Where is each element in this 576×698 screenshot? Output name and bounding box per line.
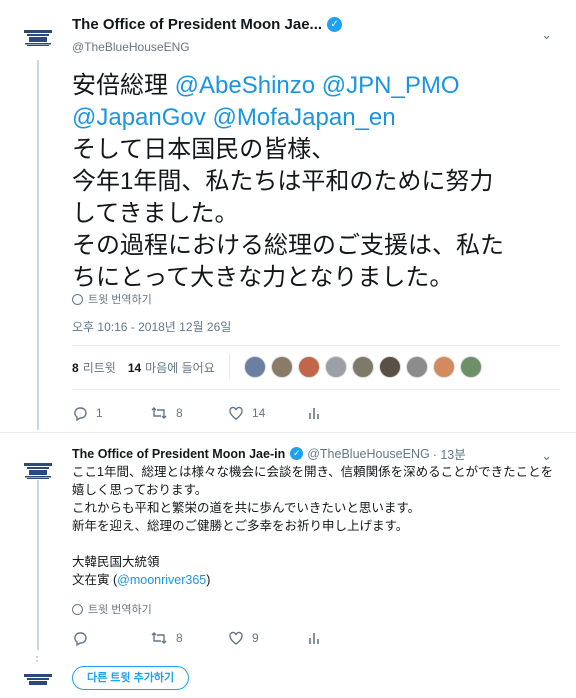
tweet-line: ちにとって大きな力となりました。 [72, 264, 454, 291]
verified-icon: ✓ [290, 447, 304, 460]
liker-avatars [243, 356, 487, 378]
tweet-time[interactable]: · 13분 [433, 444, 466, 463]
liker-avatar[interactable] [351, 356, 374, 378]
tweet1-text: 安倍総理 @AbeShinzo @JPN_PMO @JapanGov @Mofa… [72, 70, 562, 294]
analytics-button[interactable] [306, 405, 384, 421]
reply-icon [74, 407, 87, 421]
blue-house-logo[interactable] [21, 461, 55, 481]
tweet-line: 安倍総理 @AbeShinzo @JPN_PMO [72, 72, 460, 99]
mention-link[interactable]: @moonriver365 [117, 573, 206, 587]
divider [72, 389, 560, 390]
add-another-tweet-button[interactable]: 다른 트윗 추가하기 [72, 666, 190, 690]
tweet-line: そして日本国民の皆様、 [72, 136, 336, 163]
analytics-icon [309, 408, 319, 419]
chevron-down-icon[interactable]: ⌄ [541, 27, 552, 43]
analytics-icon [309, 633, 319, 644]
liker-avatar[interactable] [297, 356, 320, 378]
like-button[interactable]: 14 [228, 405, 306, 421]
blue-house-logo[interactable] [21, 28, 55, 48]
tweet-timestamp[interactable]: 오후 10:16 - 2018년 12월 26일 [72, 318, 231, 335]
globe-icon [72, 603, 83, 615]
liker-avatar[interactable] [405, 356, 428, 378]
tweet-line: 今年1年間、私たちは平和のために努力 [72, 168, 494, 195]
retweet-icon [151, 407, 167, 419]
thread-line [37, 60, 39, 430]
tweet-line: @JapanGov @MofaJapan_en [72, 102, 562, 134]
liker-avatar[interactable] [459, 356, 482, 378]
author-name[interactable]: The Office of President Moon Jae... [72, 16, 322, 33]
tweet1-actions: 1 8 14 [72, 405, 384, 421]
blue-house-logo [21, 672, 55, 692]
divider [72, 345, 560, 346]
heart-icon [229, 631, 243, 645]
liker-avatar[interactable] [378, 356, 401, 378]
retweets-stat[interactable]: 8 리트윗 [72, 359, 116, 376]
retweet-icon [151, 632, 167, 644]
divider [228, 354, 230, 380]
translate-tweet-link[interactable]: 트윗 번역하기 [72, 601, 152, 617]
globe-icon [72, 293, 83, 305]
reply-button[interactable] [72, 630, 150, 646]
liker-avatar[interactable] [432, 356, 455, 378]
tweet-line: してきました。 [72, 200, 239, 227]
reply-button[interactable]: 1 [72, 405, 150, 421]
retweet-button[interactable]: 8 [150, 405, 228, 421]
tweet2-actions: 8 9 [72, 630, 384, 646]
mention-link[interactable]: @AbeShinzo [175, 72, 315, 99]
thread-line [37, 480, 39, 650]
author-name[interactable]: The Office of President Moon Jae-in [72, 447, 285, 461]
author-handle[interactable]: @TheBlueHouseENG [307, 447, 429, 461]
thread-dots [36, 656, 40, 662]
tweet-line: その過程における総理のご支援は、私た [72, 232, 504, 259]
chevron-down-icon[interactable]: ⌄ [541, 448, 552, 464]
heart-icon [229, 406, 243, 420]
tweet2-header: The Office of President Moon Jae-in ✓ @T… [72, 444, 466, 463]
tweet-stats: 8 리트윗 14 마음에 들어요 [72, 352, 487, 382]
mention-link[interactable]: @JPN_PMO [322, 72, 460, 99]
author-handle[interactable]: @TheBlueHouseENG [72, 40, 190, 54]
mention-link[interactable]: @MofaJapan_en [212, 104, 395, 131]
liker-avatar[interactable] [270, 356, 293, 378]
liker-avatar[interactable] [324, 356, 347, 378]
mention-link[interactable]: @JapanGov [72, 104, 206, 131]
translate-tweet-link[interactable]: 트윗 번역하기 [72, 291, 152, 307]
tweet1-header: The Office of President Moon Jae... ✓ [72, 16, 343, 33]
retweet-button[interactable]: 8 [150, 630, 228, 646]
tweet2-text: ここ1年間、総理とは様々な機会に会談を開き、信頼関係を深めることができたことを嬉… [72, 465, 554, 587]
like-button[interactable]: 9 [228, 630, 306, 646]
likes-stat[interactable]: 14 마음에 들어요 [128, 359, 215, 376]
reply-icon [74, 632, 87, 646]
tweet1-handle-row: @TheBlueHouseENG [72, 40, 190, 54]
divider [0, 432, 576, 433]
verified-icon: ✓ [327, 17, 343, 32]
analytics-button[interactable] [306, 630, 384, 646]
liker-avatar[interactable] [243, 356, 266, 378]
